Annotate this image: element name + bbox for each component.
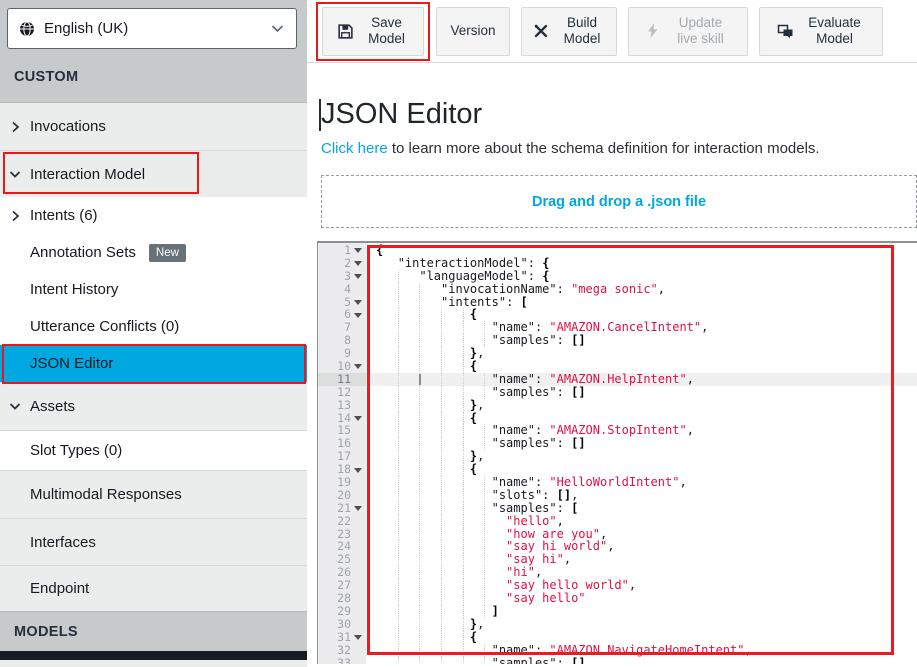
gutter-line[interactable]: 31 <box>318 631 366 644</box>
sidebar-item-intent-history[interactable]: Intent History <box>0 271 307 308</box>
code-line[interactable]: "name": "AMAZON.NavigateHomeIntent", <box>366 644 917 657</box>
update-live-skill-button[interactable]: Update live skill <box>628 7 748 56</box>
text-caret <box>319 99 321 131</box>
editor-cursor <box>419 374 421 385</box>
page-title: JSON Editor <box>321 98 482 131</box>
gutter-line[interactable]: 11 <box>318 373 366 386</box>
chat-icon <box>777 23 794 39</box>
sidebar-item-interaction-model[interactable]: Interaction Model <box>0 150 307 197</box>
chevron-right-icon <box>0 210 30 222</box>
chevron-down-icon <box>271 24 284 33</box>
gutter-line[interactable]: 19 <box>318 476 366 489</box>
code-editor[interactable]: 1234567891011121314151617181920212223242… <box>317 241 917 664</box>
sidebar-item-slot-types[interactable]: Slot Types (0) <box>0 430 307 470</box>
gutter-line[interactable]: 2 <box>318 257 366 270</box>
sidebar-top-section: English (UK) CUSTOM <box>0 0 307 103</box>
code-line[interactable]: "samples": [] <box>366 657 917 665</box>
gutter-line[interactable]: 28 <box>318 592 366 605</box>
lightning-icon <box>645 23 660 39</box>
build-model-button[interactable]: Build Model <box>521 7 617 56</box>
sidebar-item-interfaces[interactable]: Interfaces <box>0 518 307 565</box>
main-content: Save Model Version Build Model Update li… <box>307 0 917 667</box>
sidebar-item-endpoint[interactable]: Endpoint <box>0 565 307 611</box>
save-icon <box>337 23 354 40</box>
gutter-line[interactable]: 20 <box>318 489 366 502</box>
json-editor-page: JSON Editor Click here to learn more abo… <box>307 63 917 667</box>
chevron-down-icon <box>0 170 30 179</box>
gutter-line[interactable]: 7 <box>318 321 366 334</box>
code-line[interactable]: "name": "AMAZON.HelpIntent", <box>366 373 917 386</box>
schema-help-text: Click here to learn more about the schem… <box>321 140 917 157</box>
sidebar-nav: Invocations Interaction Model Intents (6… <box>0 103 307 611</box>
json-dropzone[interactable]: Drag and drop a .json file <box>321 175 917 228</box>
gutter-line[interactable]: 8 <box>318 334 366 347</box>
gutter-line[interactable]: 3 <box>318 270 366 283</box>
code-line[interactable]: "samples": [] <box>366 386 917 399</box>
gutter-line[interactable]: 1 <box>318 244 366 257</box>
sidebar-item-annotation-sets[interactable]: Annotation Sets New <box>0 234 307 271</box>
language-selector-value: English (UK) <box>44 20 271 37</box>
language-selector[interactable]: English (UK) <box>7 8 297 49</box>
sidebar-item-multimodal-responses[interactable]: Multimodal Responses <box>0 470 307 518</box>
gutter-line[interactable]: 5 <box>318 296 366 309</box>
toolbar: Save Model Version Build Model Update li… <box>307 0 917 63</box>
sidebar-item-invocations[interactable]: Invocations <box>0 103 307 150</box>
sidebar: English (UK) CUSTOM Invocations Interact… <box>0 0 307 667</box>
gutter-line[interactable]: 33 <box>318 657 366 665</box>
sidebar-item-json-editor[interactable]: JSON Editor <box>0 345 307 382</box>
code-line[interactable]: "say hello" <box>366 592 917 605</box>
code-line[interactable]: "slots": [], <box>366 489 917 502</box>
sidebar-bottom-strip <box>0 651 307 660</box>
gutter-line[interactable]: 6 <box>318 308 366 321</box>
sidebar-item-utterance-conflicts[interactable]: Utterance Conflicts (0) <box>0 308 307 345</box>
editor-gutter[interactable]: 1234567891011121314151617181920212223242… <box>318 243 366 664</box>
dropzone-label: Drag and drop a .json file <box>532 194 706 210</box>
click-here-link[interactable]: Click here <box>321 140 388 157</box>
gutter-line[interactable]: 30 <box>318 618 366 631</box>
sidebar-item-intents[interactable]: Intents (6) <box>0 197 307 234</box>
gutter-line[interactable]: 12 <box>318 386 366 399</box>
evaluate-model-button[interactable]: Evaluate Model <box>759 7 883 56</box>
save-model-button[interactable]: Save Model <box>322 7 424 56</box>
app-window: English (UK) CUSTOM Invocations Interact… <box>0 0 917 667</box>
code-line[interactable]: }, <box>366 618 917 631</box>
code-line[interactable]: "name": "HelloWorldIntent", <box>366 476 917 489</box>
models-section-header: MODELS <box>0 611 307 651</box>
gutter-line[interactable]: 10 <box>318 360 366 373</box>
gutter-line[interactable]: 13 <box>318 399 366 412</box>
code-line[interactable]: "hello", <box>366 515 917 528</box>
custom-section-header: CUSTOM <box>0 49 307 102</box>
sidebar-item-assets[interactable]: Assets <box>0 382 307 430</box>
gutter-line[interactable]: 32 <box>318 644 366 657</box>
gutter-line[interactable]: 29 <box>318 605 366 618</box>
version-button[interactable]: Version <box>436 7 510 56</box>
new-badge: New <box>149 244 186 262</box>
chevron-right-icon <box>0 121 30 133</box>
globe-icon <box>19 21 35 37</box>
code-line[interactable]: ] <box>366 605 917 618</box>
chevron-down-icon <box>0 402 30 411</box>
gutter-line[interactable]: 21 <box>318 502 366 515</box>
code-line[interactable]: }, <box>366 399 917 412</box>
code-line[interactable]: "samples": [ <box>366 502 917 515</box>
gutter-line[interactable]: 22 <box>318 515 366 528</box>
gutter-line[interactable]: 4 <box>318 283 366 296</box>
annotation-box-save-model: Save Model <box>316 2 430 61</box>
editor-code[interactable]: { "interactionModel": { "languageModel":… <box>366 243 917 664</box>
build-icon <box>533 23 549 39</box>
